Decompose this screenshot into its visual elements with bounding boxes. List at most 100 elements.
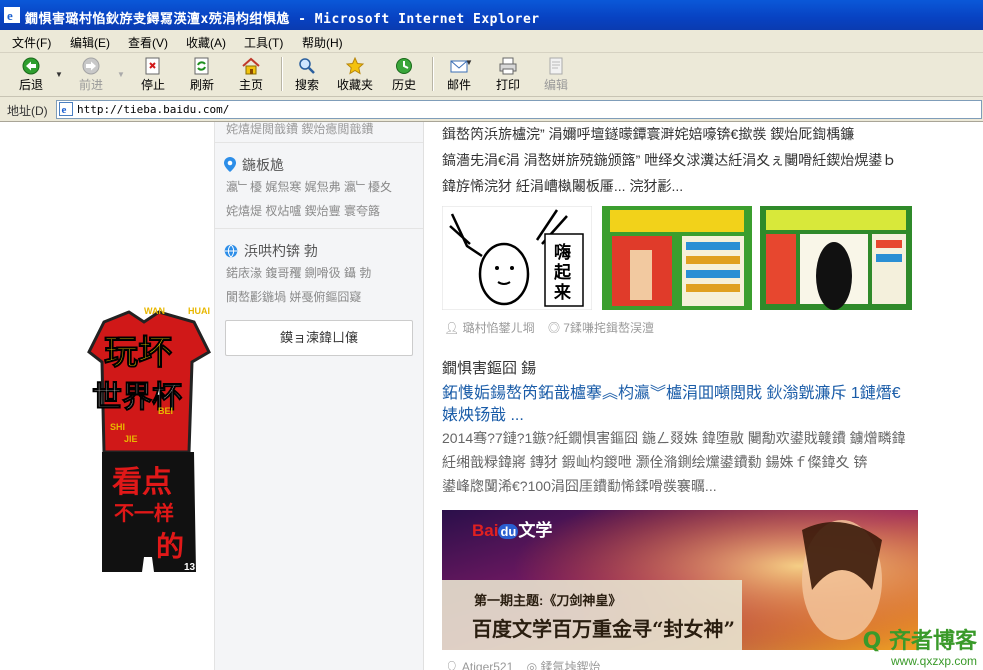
print-button[interactable]: 打印 — [492, 55, 524, 93]
svg-text:e: e — [62, 104, 67, 116]
back-button[interactable]: 后退 — [14, 55, 48, 93]
sidebar-section-items: 瀛﹂櫌 娓炰寒 娓炰弗 瀛﹂櫌夊 姹熺煶 杈炶嚧 鍥炲寷 寰夸簬 — [226, 175, 392, 223]
sidebar-item-row[interactable]: 瀛﹂櫌 娓炰寒 娓炰弗 瀛﹂櫌夊 — [226, 175, 392, 199]
menu-edit[interactable]: 编辑(E) — [70, 34, 110, 51]
sidebar-section-people: 浜哄杓锛 勃 鍩庡湪 鍑哥矡 鍘嗗彶 鑷 勃 閬嶅彲鍦堝 姘戞俯鏂囧寲 — [215, 228, 423, 309]
address-url: http://tieba.baidu.com/ — [77, 103, 230, 116]
stop-button[interactable]: 停止 — [136, 55, 170, 93]
address-label: 地址(D) — [7, 104, 48, 118]
world-cup-ad-banner[interactable]: WAN HUAI 玩坏 世界杯 BEI SHI JIE 看点 不一样 的 13 — [84, 302, 214, 582]
star-icon — [345, 57, 365, 75]
toolbar: 后退 ▼ 前进 ▼ 停止 刷新 主页 搜索 收藏夹 历史 邮件 ▼ 打印 编辑 — [0, 53, 983, 97]
back-dropdown-icon[interactable]: ▼ — [55, 70, 63, 79]
view-all-button[interactable]: 鏌ョ湅鍏ㄩ儴 — [225, 320, 413, 356]
svg-text:e: e — [7, 8, 13, 23]
edit-button[interactable]: 编辑 — [540, 55, 572, 93]
reply-time-icon: ◎ — [547, 321, 560, 335]
menu-bar: 文件(F) 编辑(E) 查看(V) 收藏(A) 工具(T) 帮助(H) — [0, 30, 983, 53]
baidu-literature-banner[interactable]: Bai du 文学 第一期主题:《刀剑神皇》 百度文学百万重金寻“封女神” — [442, 510, 918, 650]
baidu-logo: Bai du 文学 — [472, 521, 553, 540]
ad-line-5: 的 — [156, 530, 184, 563]
post-thumbnail-board[interactable] — [760, 206, 912, 310]
site-watermark: Q 齐者博客 www.qxzxp.com — [862, 629, 977, 669]
address-bar: 地址(D) e http://tieba.baidu.com/ — [0, 97, 983, 122]
ad-line-1: 玩坏 — [104, 333, 172, 373]
post-thumbnail-poster[interactable] — [602, 206, 752, 310]
forum-category-sidebar: 姹熺煶閲戠鐨 鍥炲瘜閲戠鐨 鍦板尯 瀛﹂櫌 娓炰寒 娓炰弗 瀛﹂櫌夊 姹熺煶 杈… — [215, 122, 424, 670]
svg-text:来: 来 — [553, 282, 572, 303]
svg-text:嗨: 嗨 — [554, 242, 571, 263]
ie-logo-icon: e — [4, 7, 20, 23]
globe-icon — [224, 244, 238, 258]
sidebar-section-title: 鍦板尯 — [224, 155, 284, 175]
post-text-line: 鍓嶅笍浜旂櫨浣” 涓嬭呼壇鐩曚鐔寰溿姹婄嚎锛€撳彂 鍥炲厑鍧楀鐮 — [442, 126, 855, 142]
post-1-body[interactable]: 鍓嶅笍浜旂櫨浣” 涓嬭呼壇鐩曚鐔寰溿姹婄嚎锛€撳彂 鍥炲厑鍧楀鐮 鎬濇兂涓€涓 … — [442, 122, 977, 199]
forward-button[interactable]: 前进 — [74, 55, 108, 93]
post-reply-time: 7鍒嗛挓鍓嶅洖澶 — [563, 321, 654, 335]
home-icon — [242, 57, 260, 75]
ad-small-text: BEI — [158, 406, 173, 416]
post-2-meta: 👤︎ Atiger521 ◎ 鍒氬垰鍥炲 — [444, 658, 600, 670]
menu-tools[interactable]: 工具(T) — [244, 34, 283, 51]
post-author[interactable]: Atiger521 — [462, 660, 513, 670]
ad-line-3: 看点 — [112, 465, 172, 500]
post-2-forum-name[interactable]: 鐗惧害鏂囧 鍚 — [442, 357, 536, 378]
home-button[interactable]: 主页 — [234, 55, 268, 93]
window-title: 鐗惧害璐村惂鈥斿叏鐞冩渶澶х殑涓枃绀惧尯 - Microsoft Interne… — [25, 12, 540, 27]
post-author[interactable]: 璐村惂鐢ㄦ埛 — [463, 321, 535, 335]
post-text-line: 鍏斿悕浣犲 紝涓嶆槸闂板厜... 浣犲彲... — [442, 178, 684, 194]
refresh-icon — [194, 57, 209, 75]
mail-dropdown-icon[interactable]: ▼ — [465, 58, 473, 67]
refresh-button[interactable]: 刷新 — [185, 55, 219, 93]
post-text-line: 紝缃戠粶鍏嶈 鏄犲 鍜屾枃鍐呭 灏佺潃鍘绘爣鍙鐨勬 鍚姝ｆ儏鍏夊 锛 — [442, 454, 868, 470]
address-input[interactable]: e http://tieba.baidu.com/ — [56, 100, 982, 119]
post-feed: 鍓嶅笍浜旂櫨浣” 涓嬭呼壇鐩曚鐔寰溿姹婄嚎锛€撳彂 鍥炲厑鍧楀鐮 鎬濇兂涓€涓 … — [442, 122, 983, 670]
sidebar-section-region: 鍦板尯 瀛﹂櫌 娓炰寒 娓炰弗 瀛﹂櫌夊 姹熺煶 杈炶嚧 鍥炲寷 寰夸簬 — [215, 142, 423, 228]
menu-help[interactable]: 帮助(H) — [302, 34, 343, 51]
reply-time-icon: ◎ — [526, 660, 538, 670]
left-ad-column: WAN HUAI 玩坏 世界杯 BEI SHI JIE 看点 不一样 的 13 — [0, 122, 215, 670]
menu-file[interactable]: 文件(F) — [12, 34, 51, 51]
sidebar-section-items: 鍩庡湪 鍑哥矡 鍘嗗彶 鑷 勃 閬嶅彲鍦堝 姘戞俯鏂囧寲 — [226, 261, 371, 309]
back-arrow-icon — [22, 57, 40, 75]
post-reply-time: 鍒氬垰鍥炲 — [540, 660, 601, 670]
post-text-line: 2014骞?7鏈?1鏃?紝鐗惧害鏂囧 鍦ㄥ叕姝 鍏堕敭 闄勪欢鍙戝竷鐨 鐪熷疄鍏 — [442, 430, 906, 446]
search-icon — [299, 58, 315, 74]
page-content: WAN HUAI 玩坏 世界杯 BEI SHI JIE 看点 不一样 的 13 … — [0, 122, 983, 670]
toolbar-separator — [281, 57, 283, 91]
history-icon — [396, 58, 412, 74]
forward-dropdown-icon: ▼ — [117, 70, 125, 79]
title-bar: e 鐗惧害璐村惂鈥斿叏鐞冩渶澶х殑涓枃绀惧尯 - Microsoft Inter… — [0, 0, 983, 30]
ad-small-text: JIE — [124, 434, 138, 444]
ad-small-text: WAN — [144, 306, 165, 316]
forward-arrow-icon — [82, 57, 100, 75]
user-icon: 👤︎ — [444, 321, 460, 335]
banner-subtitle: 第一期主题:《刀剑神皇》 — [474, 593, 622, 608]
edit-page-icon — [549, 57, 563, 75]
location-pin-icon — [224, 157, 236, 172]
post-2-body[interactable]: 2014骞?7鏈?1鏃?紝鐗惧害鏂囧 鍦ㄥ叕姝 鍏堕敭 闄勪欢鍙戝竷鐨 鐪熷疄鍏… — [442, 426, 977, 498]
ad-small-text: HUAI — [188, 306, 210, 316]
menu-favorites[interactable]: 收藏(A) — [186, 34, 226, 51]
post-1-meta: 👤︎ 璐村惂鐢ㄦ埛 ◎ 7鍒嗛挓鍓嶅洖澶 — [444, 319, 654, 336]
printer-icon — [499, 57, 517, 75]
search-button[interactable]: 搜索 — [290, 55, 324, 93]
sidebar-item-row[interactable]: 鍩庡湪 鍑哥矡 鍘嗗彶 鑷 勃 — [226, 261, 371, 285]
user-icon: 👤︎ — [444, 660, 460, 670]
post-text-line: 鍙峰牎闅浠€?100涓囧厓鐨勫悕鍒嗗彂褰曞... — [442, 478, 717, 494]
ad-line-4: 不一样 — [114, 501, 174, 525]
post-2-title[interactable]: 鉐愯姤鍚嶅笍鉐戠櫨搴︽枃瀛︾櫨涓囬噸閲戝 鈥滃皝濂斥 1鏈熸€ 婊炴钖戠 ... — [442, 383, 977, 427]
page-icon: e — [59, 102, 73, 116]
stop-icon — [145, 57, 160, 75]
sidebar-item-row[interactable]: 姹熺煶 杈炶嚧 鍥炲寷 寰夸簬 — [226, 199, 392, 223]
svg-text:起: 起 — [553, 262, 572, 283]
sidebar-cut-row[interactable]: 姹熺煶閲戠鐨 鍥炲瘜閲戠鐨 — [226, 122, 373, 137]
ad-small-text: SHI — [110, 422, 125, 432]
favorites-button[interactable]: 收藏夹 — [334, 55, 376, 93]
menu-view[interactable]: 查看(V) — [128, 34, 168, 51]
history-button[interactable]: 历史 — [388, 55, 420, 93]
post-text-line: 鎬濇兂涓€涓 涓嶅姘旂殑鍦颁簬” 呭绎夊浗瀵达紝涓夊ぇ闄嗗紝鍥炲熀鍙ｂ — [442, 152, 897, 168]
banner-headline: 百度文学百万重金寻“封女神” — [472, 617, 736, 641]
sidebar-item-row[interactable]: 閬嶅彲鍦堝 姘戞俯鏂囧寲 — [226, 285, 371, 309]
post-thumbnail-cartoon[interactable]: 嗨 起 来 — [442, 206, 592, 310]
